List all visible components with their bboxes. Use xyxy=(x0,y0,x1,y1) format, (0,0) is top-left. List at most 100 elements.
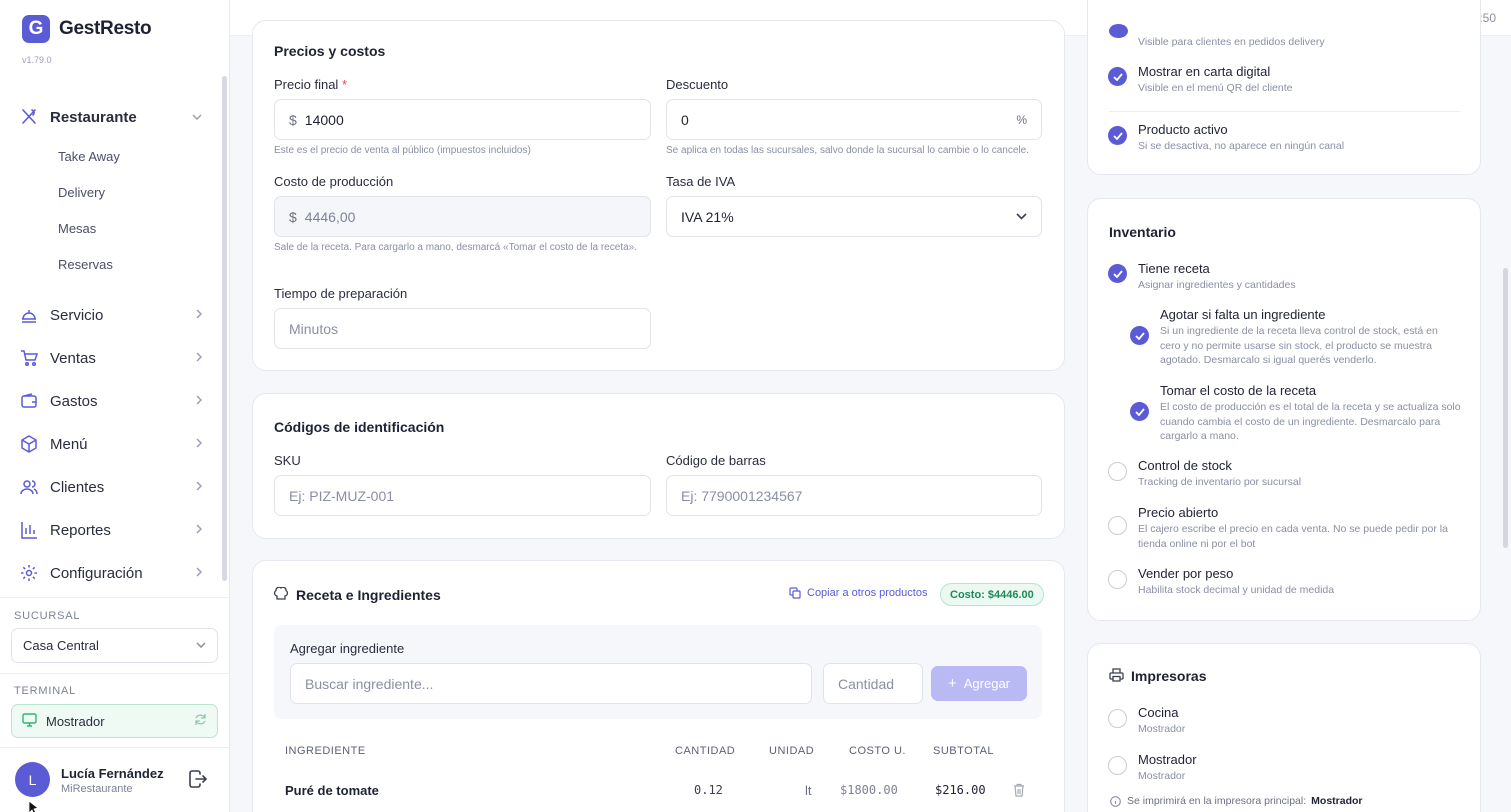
add-ingredient-button[interactable]: + Agregar xyxy=(931,666,1027,701)
column-header: COSTO U. xyxy=(849,745,906,757)
nav-menu[interactable]: Menú xyxy=(20,432,203,456)
checkbox-delivery[interactable] xyxy=(1109,24,1128,38)
ingredient-qty[interactable]: 0.12 xyxy=(694,783,723,797)
ingredient-unit-cost: $1800.00 xyxy=(840,783,898,797)
chevron-down-icon xyxy=(192,111,202,123)
chevron-right-icon xyxy=(196,480,203,494)
users-icon xyxy=(20,478,38,496)
precio-final-label: Precio final * xyxy=(274,77,347,92)
activo-title: Producto activo xyxy=(1138,122,1228,137)
nav-label: Ventas xyxy=(50,349,96,367)
sucursal-select[interactable]: Casa Central xyxy=(11,628,218,663)
user-org: MiRestaurante xyxy=(61,783,133,795)
iva-select[interactable]: IVA 21% xyxy=(666,196,1042,237)
divider xyxy=(0,747,229,748)
costo-label: Costo de producción xyxy=(274,174,394,189)
descuento-input[interactable]: 0 % xyxy=(666,99,1042,140)
delivery-desc: Visible para clientes en pedidos deliver… xyxy=(1138,36,1325,48)
ingredient-unit: lt xyxy=(805,783,812,798)
main-scrollbar[interactable] xyxy=(1503,268,1508,548)
sidebar-item-mesas[interactable]: Mesas xyxy=(58,221,96,236)
sucursal-value: Casa Central xyxy=(23,638,99,653)
barras-input[interactable]: Ej: 7790001234567 xyxy=(666,475,1042,516)
section-title: Precios y costos xyxy=(274,43,386,59)
precio-final-hint: Este es el precio de venta al público (i… xyxy=(274,145,531,156)
terminal-value: Mostrador xyxy=(46,713,105,729)
option-title: Vender por peso xyxy=(1138,566,1234,581)
checkbox-carta-digital[interactable] xyxy=(1108,67,1127,86)
column-header: SUBTOTAL xyxy=(933,745,995,757)
option-title: Tomar el costo de la receta xyxy=(1160,383,1317,398)
quantity-placeholder: Cantidad xyxy=(838,675,895,692)
sidebar-item-reservas[interactable]: Reservas xyxy=(58,257,113,272)
check-icon xyxy=(1134,331,1145,340)
ingredient-search-input[interactable]: Buscar ingrediente... xyxy=(290,663,812,704)
checkbox-producto-activo[interactable] xyxy=(1108,126,1127,145)
gear-icon xyxy=(20,564,38,582)
terminal-selector[interactable]: Mostrador xyxy=(11,704,218,738)
chef-hat-icon xyxy=(273,586,289,604)
iva-label: Tasa de IVA xyxy=(666,174,736,189)
checkbox-control-stock[interactable] xyxy=(1108,462,1127,481)
option-desc: El cajero escribe el precio en cada vent… xyxy=(1138,523,1448,550)
nav-label: Servicio xyxy=(50,306,104,324)
nav-ventas[interactable]: Ventas xyxy=(20,346,203,370)
sidebar-item-take-away[interactable]: Take Away xyxy=(58,149,120,164)
printer-note-prefix: Se imprimirá en la impresora principal: xyxy=(1127,795,1307,807)
copy-to-products-link[interactable]: Copiar a otros productos xyxy=(789,587,927,599)
refresh-icon[interactable] xyxy=(194,713,207,729)
checkbox-printer-cocina[interactable] xyxy=(1108,709,1127,728)
quantity-input[interactable]: Cantidad xyxy=(823,663,923,704)
printer-note: Se imprimirá en la impresora principal: … xyxy=(1110,795,1363,807)
nav-label: Reportes xyxy=(50,521,111,539)
printer-title: Cocina xyxy=(1138,705,1179,720)
chevron-down-icon xyxy=(1016,211,1027,223)
checkbox-printer-mostrador[interactable] xyxy=(1108,756,1127,775)
column-header: INGREDIENTE xyxy=(285,745,366,757)
iva-value: IVA 21% xyxy=(681,208,734,225)
sidebar-item-delivery[interactable]: Delivery xyxy=(58,185,105,200)
card-codigos xyxy=(252,393,1065,539)
check-icon xyxy=(1134,407,1145,416)
nav-reportes[interactable]: Reportes xyxy=(20,518,203,542)
checkbox-tomar-costo[interactable] xyxy=(1130,402,1149,421)
nav-label: Clientes xyxy=(50,478,105,496)
nav-servicio[interactable]: Servicio xyxy=(20,303,203,327)
sku-input[interactable]: Ej: PIZ-MUZ-001 xyxy=(274,475,651,516)
ingredient-subtotal: $216.00 xyxy=(935,783,986,797)
search-placeholder: Buscar ingrediente... xyxy=(305,675,434,692)
costo-input[interactable]: $ 4446,00 xyxy=(274,196,651,237)
sidebar-scrollbar[interactable] xyxy=(222,76,227,581)
printer-title: Mostrador xyxy=(1138,752,1197,767)
logout-icon[interactable] xyxy=(189,770,208,791)
option-title: Tiene receta xyxy=(1138,261,1210,276)
check-icon xyxy=(1112,72,1123,81)
section-title: Inventario xyxy=(1109,224,1176,240)
avatar[interactable]: L xyxy=(15,762,50,797)
check-icon xyxy=(1112,131,1123,140)
divider xyxy=(1109,111,1460,112)
checkbox-tiene-receta[interactable] xyxy=(1108,264,1127,283)
nav-restaurante[interactable]: Restaurante xyxy=(20,105,202,129)
nav-clientes[interactable]: Clientes xyxy=(20,475,203,499)
checkbox-agotar[interactable] xyxy=(1130,326,1149,345)
option-title: Control de stock xyxy=(1138,458,1232,473)
trash-icon[interactable] xyxy=(1013,783,1025,800)
nav-configuracion[interactable]: Configuración xyxy=(20,561,203,585)
sucursal-label: SUCURSAL xyxy=(14,610,81,622)
nav-label: Gastos xyxy=(50,392,98,410)
descuento-label: Descuento xyxy=(666,77,729,92)
option-desc: Asignar ingredientes y cantidades xyxy=(1138,279,1296,291)
checkbox-precio-abierto[interactable] xyxy=(1108,516,1127,535)
sku-placeholder: Ej: PIZ-MUZ-001 xyxy=(289,487,395,504)
nav-gastos[interactable]: Gastos xyxy=(20,389,203,413)
precio-final-input[interactable]: $ 14000 xyxy=(274,99,651,140)
costo-hint: Sale de la receta. Para cargarlo a mano,… xyxy=(274,242,637,253)
copy-label: Copiar a otros productos xyxy=(807,587,928,599)
tiempo-input[interactable]: Minutos xyxy=(274,308,651,349)
column-header: UNIDAD xyxy=(769,745,815,757)
brand[interactable]: G GestResto xyxy=(22,15,152,43)
checkbox-vender-peso[interactable] xyxy=(1108,570,1127,589)
carta-desc: Visible en el menú QR del cliente xyxy=(1138,82,1293,94)
percent-suffix: % xyxy=(1016,112,1027,127)
